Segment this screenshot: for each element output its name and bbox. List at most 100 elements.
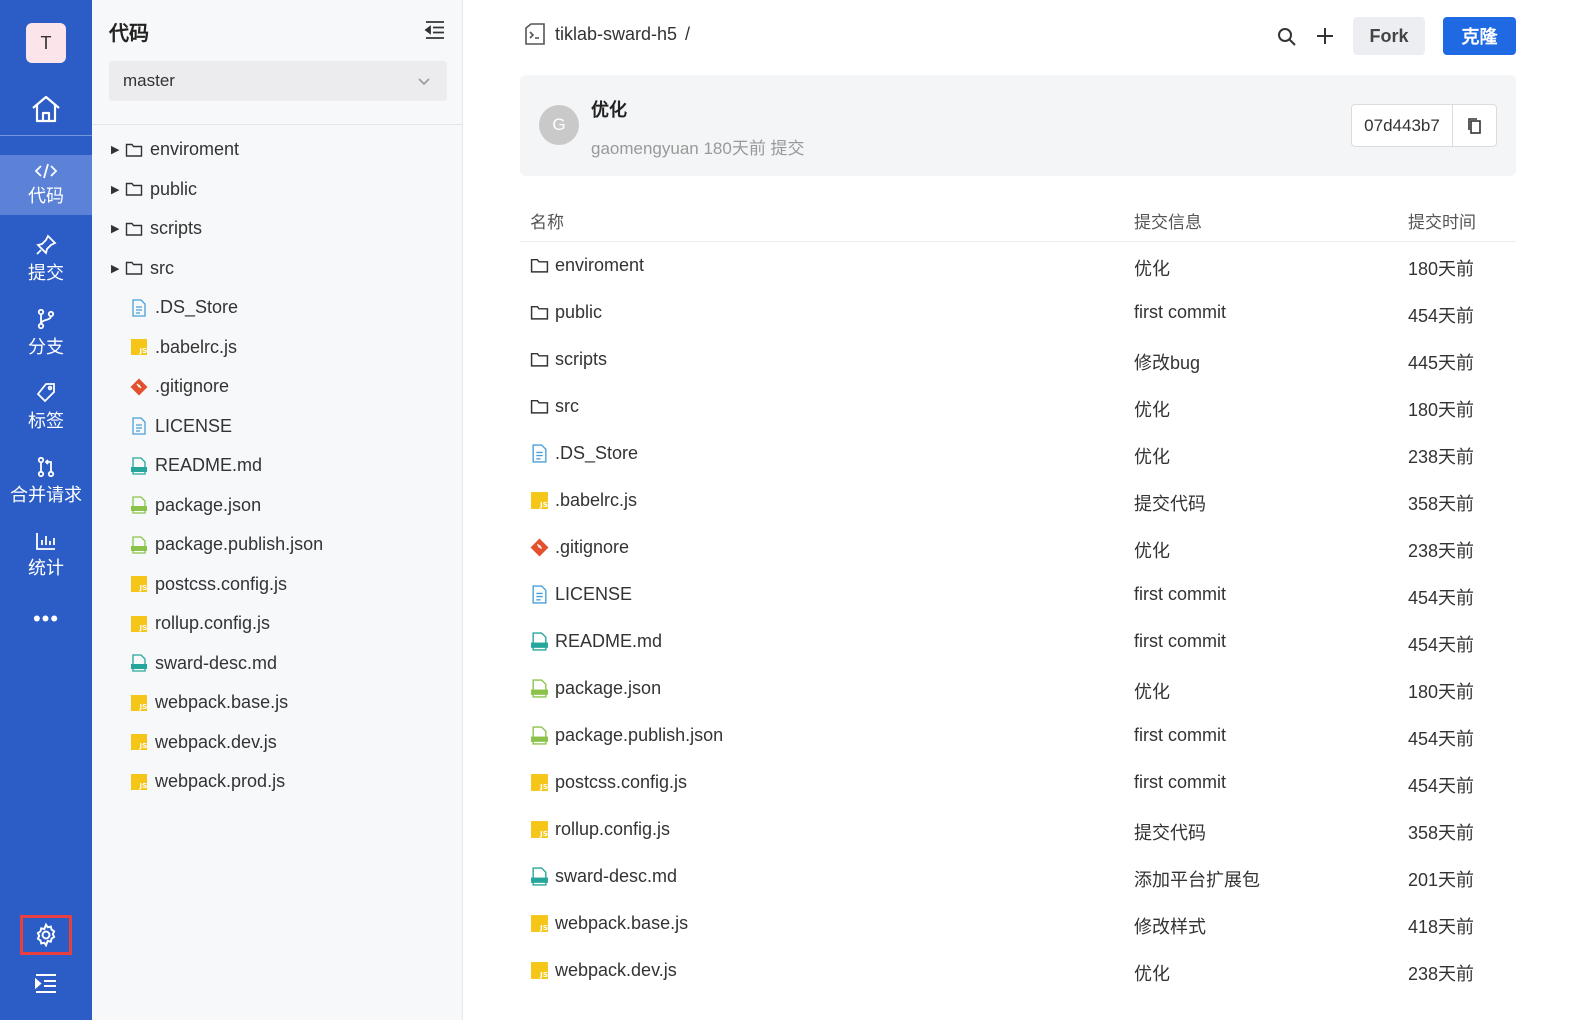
file-name-cell[interactable]: JS postcss.config.js xyxy=(530,772,687,793)
tree-folder[interactable]: ▶ src xyxy=(109,249,459,289)
tree-folder[interactable]: ▶ enviroment xyxy=(109,130,459,170)
file-name-cell[interactable]: public xyxy=(530,302,602,323)
commit-message-cell[interactable]: 修改样式 xyxy=(1134,913,1206,939)
table-row[interactable]: sward-desc.md 添加平台扩展包 201天前 xyxy=(520,854,1516,901)
tree-file[interactable]: .gitignore xyxy=(109,367,459,407)
settings-button[interactable] xyxy=(20,915,72,955)
tree-file[interactable]: JS postcss.config.js xyxy=(109,565,459,605)
tree-file[interactable]: JS webpack.dev.js xyxy=(109,723,459,763)
branch-select[interactable]: master xyxy=(109,61,447,101)
commit-sha[interactable]: 07d443b7 xyxy=(1352,105,1453,146)
file-name-cell[interactable]: scripts xyxy=(530,349,607,370)
caret-right-icon[interactable]: ▶ xyxy=(111,222,125,235)
fork-button[interactable]: Fork xyxy=(1353,17,1425,55)
file-name-cell[interactable]: .DS_Store xyxy=(530,443,638,464)
caret-right-icon[interactable]: ▶ xyxy=(111,183,125,196)
tree-file[interactable]: JS .babelrc.js xyxy=(109,328,459,368)
tree-folder[interactable]: ▶ scripts xyxy=(109,209,459,249)
collapse-tree-button[interactable] xyxy=(424,20,446,45)
commit-message-cell[interactable]: 优化 xyxy=(1134,960,1170,986)
table-row[interactable]: .DS_Store 优化 238天前 xyxy=(520,431,1516,478)
nav-item-tag[interactable]: 标签 xyxy=(0,377,92,437)
file-name[interactable]: postcss.config.js xyxy=(555,772,687,793)
file-name[interactable]: package.json xyxy=(555,678,661,699)
commit-message-cell[interactable]: first commit xyxy=(1134,584,1226,605)
commit-message-cell[interactable]: 优化 xyxy=(1134,537,1170,563)
file-name-cell[interactable]: JS .babelrc.js xyxy=(530,490,637,511)
file-name-cell[interactable]: src xyxy=(530,396,579,417)
tree-file[interactable]: package.json xyxy=(109,486,459,526)
nav-item-pin[interactable]: 提交 xyxy=(0,229,92,289)
collapse-nav-button[interactable] xyxy=(34,972,58,999)
file-name[interactable]: webpack.base.js xyxy=(555,913,688,934)
file-name[interactable]: package.publish.json xyxy=(555,725,723,746)
file-name-cell[interactable]: README.md xyxy=(530,631,662,652)
commit-message-cell[interactable]: 修改bug xyxy=(1134,349,1200,375)
commit-message-cell[interactable]: first commit xyxy=(1134,725,1226,746)
table-row[interactable]: JS postcss.config.js first commit 454天前 xyxy=(520,760,1516,807)
file-name-cell[interactable]: JS rollup.config.js xyxy=(530,819,670,840)
caret-right-icon[interactable]: ▶ xyxy=(111,262,125,275)
table-row[interactable]: src 优化 180天前 xyxy=(520,384,1516,431)
file-name-cell[interactable]: JS webpack.base.js xyxy=(530,913,688,934)
table-row[interactable]: JS rollup.config.js 提交代码 358天前 xyxy=(520,807,1516,854)
commit-message-cell[interactable]: 优化 xyxy=(1134,678,1170,704)
file-name-cell[interactable]: .gitignore xyxy=(530,537,629,558)
file-name-cell[interactable]: LICENSE xyxy=(530,584,632,605)
table-row[interactable]: README.md first commit 454天前 xyxy=(520,619,1516,666)
table-row[interactable]: enviroment 优化 180天前 xyxy=(520,243,1516,290)
nav-item-merge-request[interactable]: 合并请求 xyxy=(0,451,92,511)
commit-message-cell[interactable]: first commit xyxy=(1134,772,1226,793)
file-name-cell[interactable]: sward-desc.md xyxy=(530,866,677,887)
home-button[interactable] xyxy=(0,88,92,130)
table-row[interactable]: scripts 修改bug 445天前 xyxy=(520,337,1516,384)
commit-message-cell[interactable]: 优化 xyxy=(1134,255,1170,281)
file-name[interactable]: scripts xyxy=(555,349,607,370)
caret-right-icon[interactable]: ▶ xyxy=(111,143,125,156)
nav-item-branch[interactable]: 分支 xyxy=(0,303,92,363)
commit-message-cell[interactable]: 优化 xyxy=(1134,443,1170,469)
table-row[interactable]: LICENSE first commit 454天前 xyxy=(520,572,1516,619)
table-row[interactable]: JS .babelrc.js 提交代码 358天前 xyxy=(520,478,1516,525)
file-name-cell[interactable]: JS webpack.dev.js xyxy=(530,960,677,981)
file-name[interactable]: enviroment xyxy=(555,255,644,276)
file-name-cell[interactable]: package.publish.json xyxy=(530,725,723,746)
table-row[interactable]: .gitignore 优化 238天前 xyxy=(520,525,1516,572)
more-icon[interactable]: ••• xyxy=(0,606,92,632)
clone-button[interactable]: 克隆 xyxy=(1443,17,1516,55)
file-name-cell[interactable]: enviroment xyxy=(530,255,644,276)
tree-file[interactable]: JS webpack.base.js xyxy=(109,683,459,723)
tree-file[interactable]: sward-desc.md xyxy=(109,644,459,684)
file-name[interactable]: LICENSE xyxy=(555,584,632,605)
table-row[interactable]: JS webpack.dev.js 优化 238天前 xyxy=(520,948,1516,995)
repo-name[interactable]: tiklab-sward-h5 xyxy=(555,24,677,45)
tree-folder[interactable]: ▶ public xyxy=(109,170,459,210)
commit-message[interactable]: 优化 xyxy=(591,96,627,122)
file-name-cell[interactable]: package.json xyxy=(530,678,661,699)
file-name[interactable]: public xyxy=(555,302,602,323)
commit-message-cell[interactable]: 提交代码 xyxy=(1134,490,1206,516)
file-name[interactable]: rollup.config.js xyxy=(555,819,670,840)
file-name[interactable]: .DS_Store xyxy=(555,443,638,464)
copy-sha-button[interactable] xyxy=(1453,105,1496,146)
tree-file[interactable]: README.md xyxy=(109,446,459,486)
table-row[interactable]: JS webpack.base.js 修改样式 418天前 xyxy=(520,901,1516,948)
table-row[interactable]: package.json 优化 180天前 xyxy=(520,666,1516,713)
file-name[interactable]: .babelrc.js xyxy=(555,490,637,511)
table-row[interactable]: package.publish.json first commit 454天前 xyxy=(520,713,1516,760)
file-name[interactable]: webpack.dev.js xyxy=(555,960,677,981)
commit-message-cell[interactable]: first commit xyxy=(1134,631,1226,652)
tree-file[interactable]: .DS_Store xyxy=(109,288,459,328)
commit-message-cell[interactable]: first commit xyxy=(1134,302,1226,323)
tree-file[interactable]: JS webpack.prod.js xyxy=(109,762,459,802)
search-button[interactable] xyxy=(1277,27,1297,52)
tree-file[interactable]: package.publish.json xyxy=(109,525,459,565)
commit-message-cell[interactable]: 提交代码 xyxy=(1134,819,1206,845)
file-name[interactable]: sward-desc.md xyxy=(555,866,677,887)
table-row[interactable]: public first commit 454天前 xyxy=(520,290,1516,337)
nav-item-chart[interactable]: 统计 xyxy=(0,525,92,585)
add-button[interactable] xyxy=(1315,26,1335,51)
nav-item-code[interactable]: 代码 xyxy=(0,155,92,215)
user-avatar[interactable]: T xyxy=(26,23,66,63)
file-name[interactable]: README.md xyxy=(555,631,662,652)
